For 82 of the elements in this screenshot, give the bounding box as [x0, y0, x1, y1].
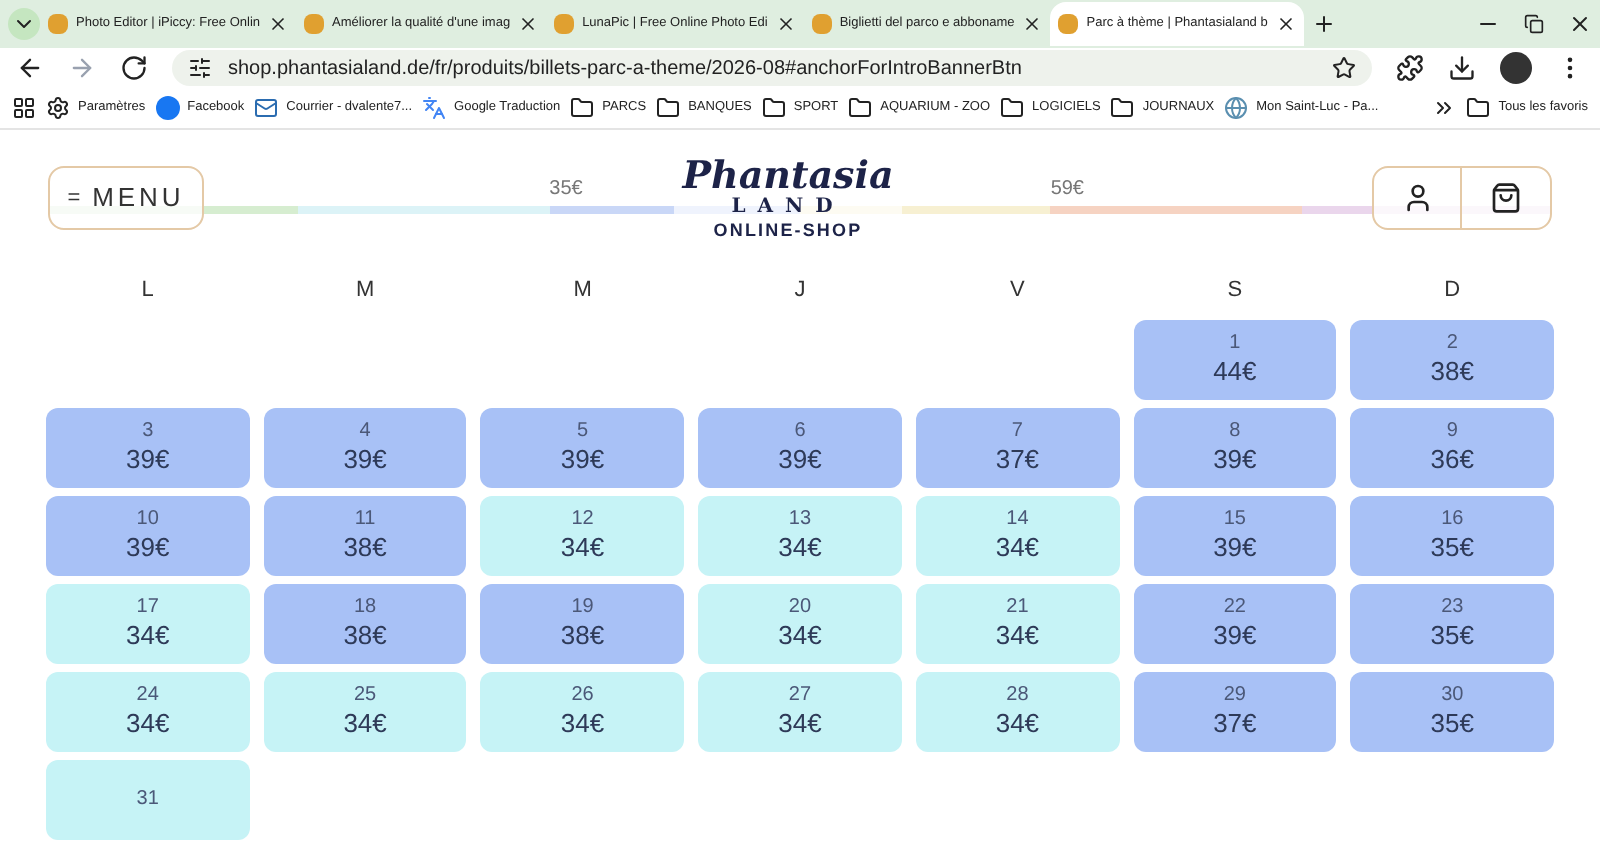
phantasialand-logo: Phantasia LAND ONLINE-SHOP [674, 155, 902, 241]
tab-favicon-icon [304, 14, 325, 34]
calendar-day[interactable]: 30 35€ [1350, 671, 1554, 751]
address-bar[interactable]: shop.phantasialand.de/fr/produits/billets-parc-a-theme/2026-08#anchorForIntroBannerBtn [172, 50, 1372, 86]
back-icon[interactable] [16, 54, 44, 82]
calendar-day[interactable]: 11 38€ [263, 495, 467, 575]
weekday-label: S [1225, 276, 1245, 306]
translate-icon [422, 96, 447, 120]
close-icon[interactable] [1022, 14, 1043, 34]
globe-icon [1224, 96, 1249, 120]
close-icon[interactable] [775, 14, 796, 34]
weekday-label: M [571, 276, 594, 306]
calendar-day[interactable]: 28 34€ [915, 671, 1120, 751]
menu-glyph: = [67, 183, 85, 214]
calendar-day[interactable]: 31 [46, 759, 250, 839]
calendar-day[interactable]: 2 38€ [1350, 319, 1554, 399]
settings-icon [46, 96, 70, 120]
facebook-icon [155, 96, 180, 120]
download-icon[interactable] [1448, 54, 1476, 82]
weekday-label: L [139, 276, 156, 306]
user-icon [1401, 182, 1433, 214]
folder-icon [656, 96, 681, 120]
calendar-day[interactable]: 10 39€ [46, 495, 250, 575]
more-bookmarks-icon[interactable] [1432, 96, 1457, 120]
calendar-day[interactable]: 24 34€ [46, 671, 250, 751]
folder-icon [1000, 96, 1025, 120]
calendar-day[interactable]: 4 39€ [263, 407, 467, 487]
calendar-day[interactable]: 3 39€ [46, 407, 250, 487]
weekday-label: M [353, 276, 377, 306]
calendar-day[interactable]: 7 37€ [915, 407, 1120, 487]
calendar-day[interactable]: 23 35€ [1350, 583, 1554, 663]
close-icon[interactable] [268, 14, 289, 34]
calendar-day[interactable]: 1 44€ [1133, 319, 1337, 399]
calendar-day[interactable]: 13 34€ [698, 495, 902, 575]
forward-icon[interactable] [68, 54, 96, 82]
tab-favicon-icon [1058, 14, 1079, 34]
tab-list-button[interactable] [8, 8, 40, 40]
extensions-icon[interactable] [1396, 54, 1424, 82]
folder-icon [1466, 96, 1491, 120]
calendar-day[interactable]: 5 39€ [480, 407, 685, 487]
mail-icon [254, 96, 279, 120]
calendar-day[interactable]: 6 39€ [698, 407, 902, 487]
weekday-label: D [1442, 276, 1463, 306]
calendar-day[interactable]: 12 34€ [480, 495, 685, 575]
calendar-day[interactable]: 18 38€ [263, 583, 467, 663]
calendar-day[interactable]: 14 34€ [915, 495, 1120, 575]
calendar-day[interactable]: 22 39€ [1133, 583, 1337, 663]
profile-avatar[interactable] [1500, 52, 1532, 84]
close-icon[interactable] [1568, 12, 1592, 36]
calendar-day[interactable]: 16 35€ [1350, 495, 1554, 575]
calendar-day[interactable]: 19 38€ [480, 583, 685, 663]
weekday-label: V [1008, 276, 1027, 306]
calendar-day[interactable]: 8 39€ [1133, 407, 1337, 487]
site-settings-icon[interactable] [188, 56, 212, 80]
weekday-label: J [792, 276, 808, 306]
shopping-bag-icon [1490, 182, 1522, 214]
apps-icon[interactable] [12, 96, 36, 120]
close-icon[interactable] [1275, 14, 1296, 34]
calendar-day[interactable]: 27 34€ [698, 671, 902, 751]
calendar-day[interactable]: 9 36€ [1350, 407, 1554, 487]
calendar-day[interactable]: 21 34€ [915, 583, 1120, 663]
folder-icon [1110, 96, 1135, 120]
close-icon[interactable] [518, 14, 539, 34]
reload-icon[interactable] [120, 54, 148, 82]
new-tab-icon[interactable] [1311, 12, 1336, 36]
menu-button[interactable]: = MENU [48, 166, 204, 230]
star-icon[interactable] [1332, 56, 1356, 80]
calendar-day[interactable]: 15 39€ [1133, 495, 1337, 575]
calendar-day[interactable]: 20 34€ [698, 583, 902, 663]
tab-favicon-icon [811, 14, 832, 34]
folder-icon [570, 96, 595, 120]
calendar-day[interactable]: 17 34€ [46, 583, 250, 663]
calendar-day[interactable]: 29 37€ [1133, 671, 1337, 751]
price-label: 59€ [1050, 176, 1084, 204]
calendar-day[interactable]: 25 34€ [263, 671, 467, 751]
price-label: 35€ [549, 176, 583, 204]
folder-icon [848, 96, 873, 120]
tab-favicon-icon [48, 14, 68, 34]
calendar-day[interactable]: 26 34€ [480, 671, 685, 751]
tab-favicon-icon [554, 14, 575, 34]
folder-icon [761, 96, 786, 120]
restore-icon[interactable] [1524, 14, 1544, 34]
